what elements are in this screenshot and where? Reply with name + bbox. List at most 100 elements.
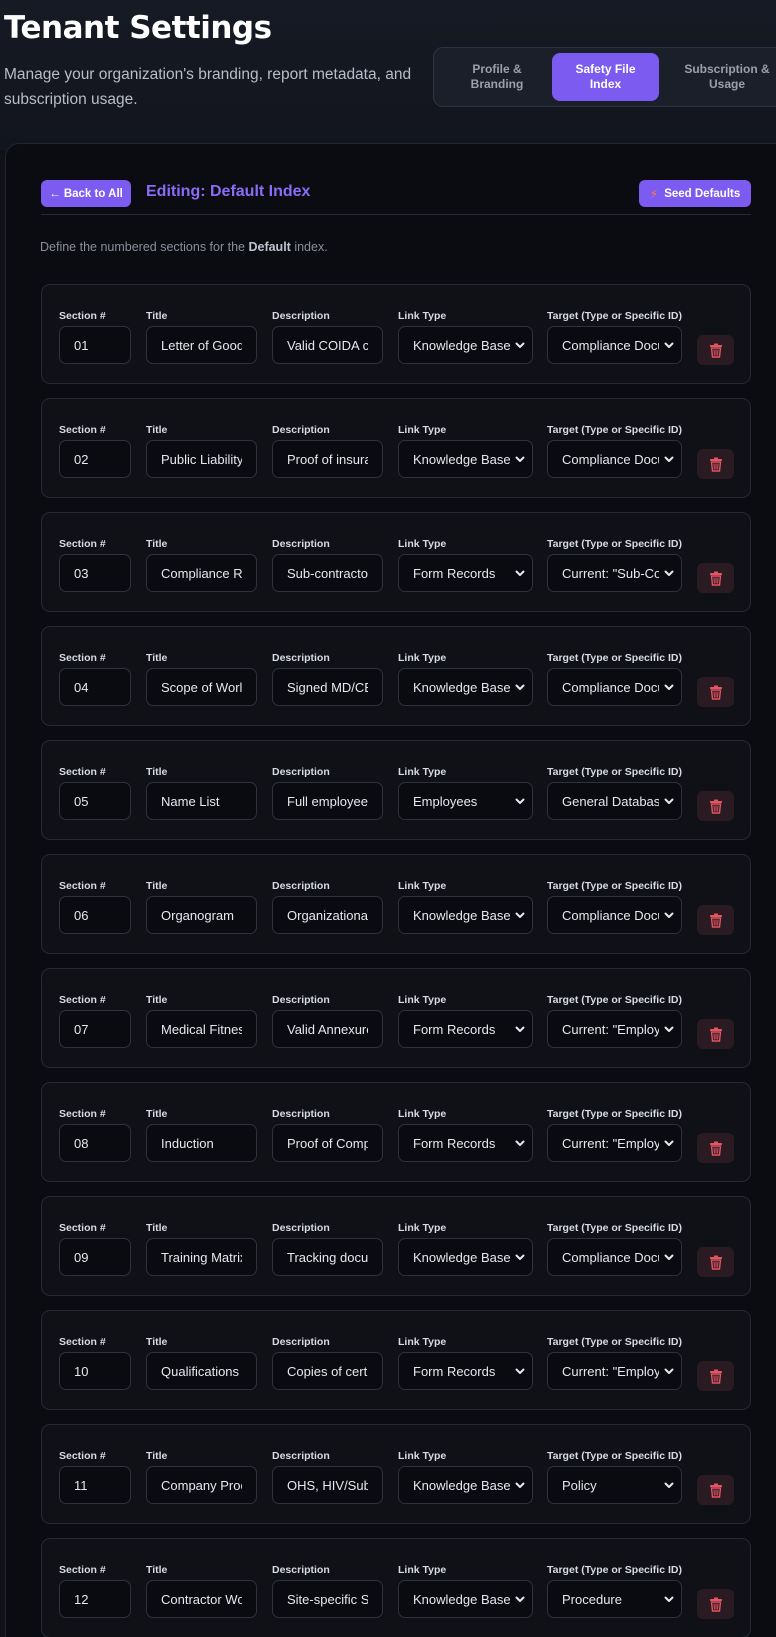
description-input[interactable]: Signed MD/CE [272,668,383,706]
target-select[interactable]: Compliance Docu [547,440,682,478]
bolt-icon: ⚡ [649,186,659,201]
section-number-input[interactable]: 06 [59,896,131,934]
delete-section-button[interactable] [697,791,734,821]
title-input[interactable]: Medical Fitnes [146,1010,257,1048]
description-input[interactable]: Proof of Comp [272,1124,383,1162]
seed-defaults-button[interactable]: ⚡ Seed Defaults [639,180,751,207]
title-label: Title [146,538,168,550]
title-input[interactable]: Compliance Re [146,554,257,592]
target-select[interactable]: General Database [547,782,682,820]
title-input[interactable]: Company Proc [146,1466,257,1504]
link-type-select[interactable]: Form Records [398,1010,533,1048]
description-input[interactable]: Proof of insura [272,440,383,478]
section-number-input[interactable]: 04 [59,668,131,706]
description-value: Full employee [287,793,368,809]
link-type-select[interactable]: Form Records [398,554,533,592]
section-number-input[interactable]: 10 [59,1352,131,1390]
target-select[interactable]: Current: "Employe [547,1010,682,1048]
description-input[interactable]: Valid Annexure [272,1010,383,1048]
delete-section-button[interactable] [697,563,734,593]
link-type-select[interactable]: Knowledge Base [398,668,533,706]
section-number-input[interactable]: 09 [59,1238,131,1276]
section-number-input[interactable]: 02 [59,440,131,478]
title-input[interactable]: Training Matrix [146,1238,257,1276]
description-value: Sub-contracto [287,565,368,581]
link-type-value: Knowledge Base [413,451,510,467]
section-number-input[interactable]: 05 [59,782,131,820]
section-number-input[interactable]: 07 [59,1010,131,1048]
description-input[interactable]: OHS, HIV/Subs [272,1466,383,1504]
description-input[interactable]: Tracking docu [272,1238,383,1276]
back-to-all-button[interactable]: ← Back to All [41,180,131,207]
tab-subscription-usage[interactable]: Subscription & Usage [666,53,776,101]
section-number-input[interactable]: 11 [59,1466,131,1504]
delete-section-button[interactable] [697,449,734,479]
seed-defaults-label: Seed Defaults [664,187,741,200]
target-select[interactable]: Compliance Docu [547,668,682,706]
description-label: Description [272,766,330,778]
section-number-input[interactable]: 12 [59,1580,131,1618]
section-number-input[interactable]: 03 [59,554,131,592]
title-input[interactable]: Contractor Wo [146,1580,257,1618]
link-type-select[interactable]: Knowledge Base [398,1238,533,1276]
description-input[interactable]: Sub-contracto [272,554,383,592]
delete-section-button[interactable] [697,677,734,707]
delete-section-button[interactable] [697,905,734,935]
delete-section-button[interactable] [697,1133,734,1163]
target-select[interactable]: Policy [547,1466,682,1504]
description-input[interactable]: Site-specific S [272,1580,383,1618]
title-label: Title [146,1336,168,1348]
section-row: Section # Title Description Link Type Target… [41,1310,751,1410]
delete-section-button[interactable] [697,335,734,365]
target-select[interactable]: Current: "Sub-Con [547,554,682,592]
description-value: Organizational [287,907,368,923]
delete-section-button[interactable] [697,1361,734,1391]
title-input[interactable]: Public Liability [146,440,257,478]
delete-section-button[interactable] [697,1475,734,1505]
link-type-select[interactable]: Knowledge Base [398,896,533,934]
section-number-input[interactable]: 08 [59,1124,131,1162]
description-input[interactable]: Organizational [272,896,383,934]
section-number-input[interactable]: 01 [59,326,131,364]
index-description-suffix: index. [290,240,328,254]
delete-section-button[interactable] [697,1019,734,1049]
link-type-select[interactable]: Knowledge Base [398,1466,533,1504]
tab-profile-branding[interactable]: Profile & Branding [442,53,552,101]
target-select[interactable]: Compliance Docu [547,1238,682,1276]
delete-section-button[interactable] [697,1589,734,1619]
description-input[interactable]: Copies of cert [272,1352,383,1390]
link-type-select[interactable]: Knowledge Base [398,440,533,478]
section-number-value: 07 [74,1021,89,1037]
tab-safety-file-index[interactable]: Safety File Index [552,53,659,101]
title-input[interactable]: Induction [146,1124,257,1162]
section-number-label: Section # [59,538,106,550]
target-select[interactable]: Compliance Docu [547,326,682,364]
target-select[interactable]: Current: "Employe [547,1124,682,1162]
description-input[interactable]: Valid COIDA c [272,326,383,364]
description-input[interactable]: Full employee [272,782,383,820]
link-type-label: Link Type [398,880,447,892]
title-input[interactable]: Organogram [146,896,257,934]
target-label: Target (Type or Specific ID) [547,1222,682,1234]
target-select[interactable]: Current: "Employe [547,1352,682,1390]
title-input[interactable]: Scope of Worl [146,668,257,706]
title-input[interactable]: Letter of Good [146,326,257,364]
target-value: Compliance Docu [562,907,659,923]
description-value: OHS, HIV/Subs [287,1477,368,1493]
chevron-down-icon [663,453,675,465]
link-type-select[interactable]: Knowledge Base [398,1580,533,1618]
title-value: Training Matrix [161,1249,242,1265]
link-type-select[interactable]: Form Records [398,1124,533,1162]
target-select[interactable]: Procedure [547,1580,682,1618]
target-select[interactable]: Compliance Docu [547,896,682,934]
title-input[interactable]: Qualifications [146,1352,257,1390]
title-input[interactable]: Name List [146,782,257,820]
description-label: Description [272,1450,330,1462]
title-value: Medical Fitnes [161,1021,242,1037]
delete-section-button[interactable] [697,1247,734,1277]
trash-icon [709,343,723,358]
link-type-select[interactable]: Form Records [398,1352,533,1390]
target-label: Target (Type or Specific ID) [547,310,682,322]
link-type-select[interactable]: Employees [398,782,533,820]
link-type-select[interactable]: Knowledge Base [398,326,533,364]
